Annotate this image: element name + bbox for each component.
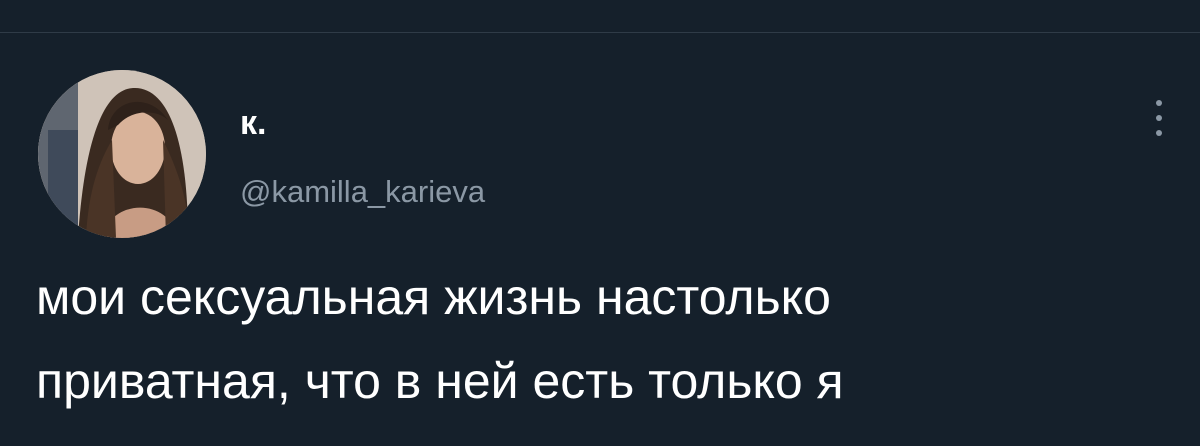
avatar-photo-icon <box>38 70 206 238</box>
author-display-name[interactable]: к. <box>240 103 266 143</box>
tweet-card: к. @kamilla_karieva мои сексуальная жизн… <box>0 33 1200 446</box>
author-handle[interactable]: @kamilla_karieva <box>240 173 485 211</box>
more-options-button[interactable] <box>1146 95 1172 141</box>
tweet-text: мои сексуальная жизнь настолько приватна… <box>36 269 844 409</box>
avatar[interactable] <box>38 70 206 238</box>
